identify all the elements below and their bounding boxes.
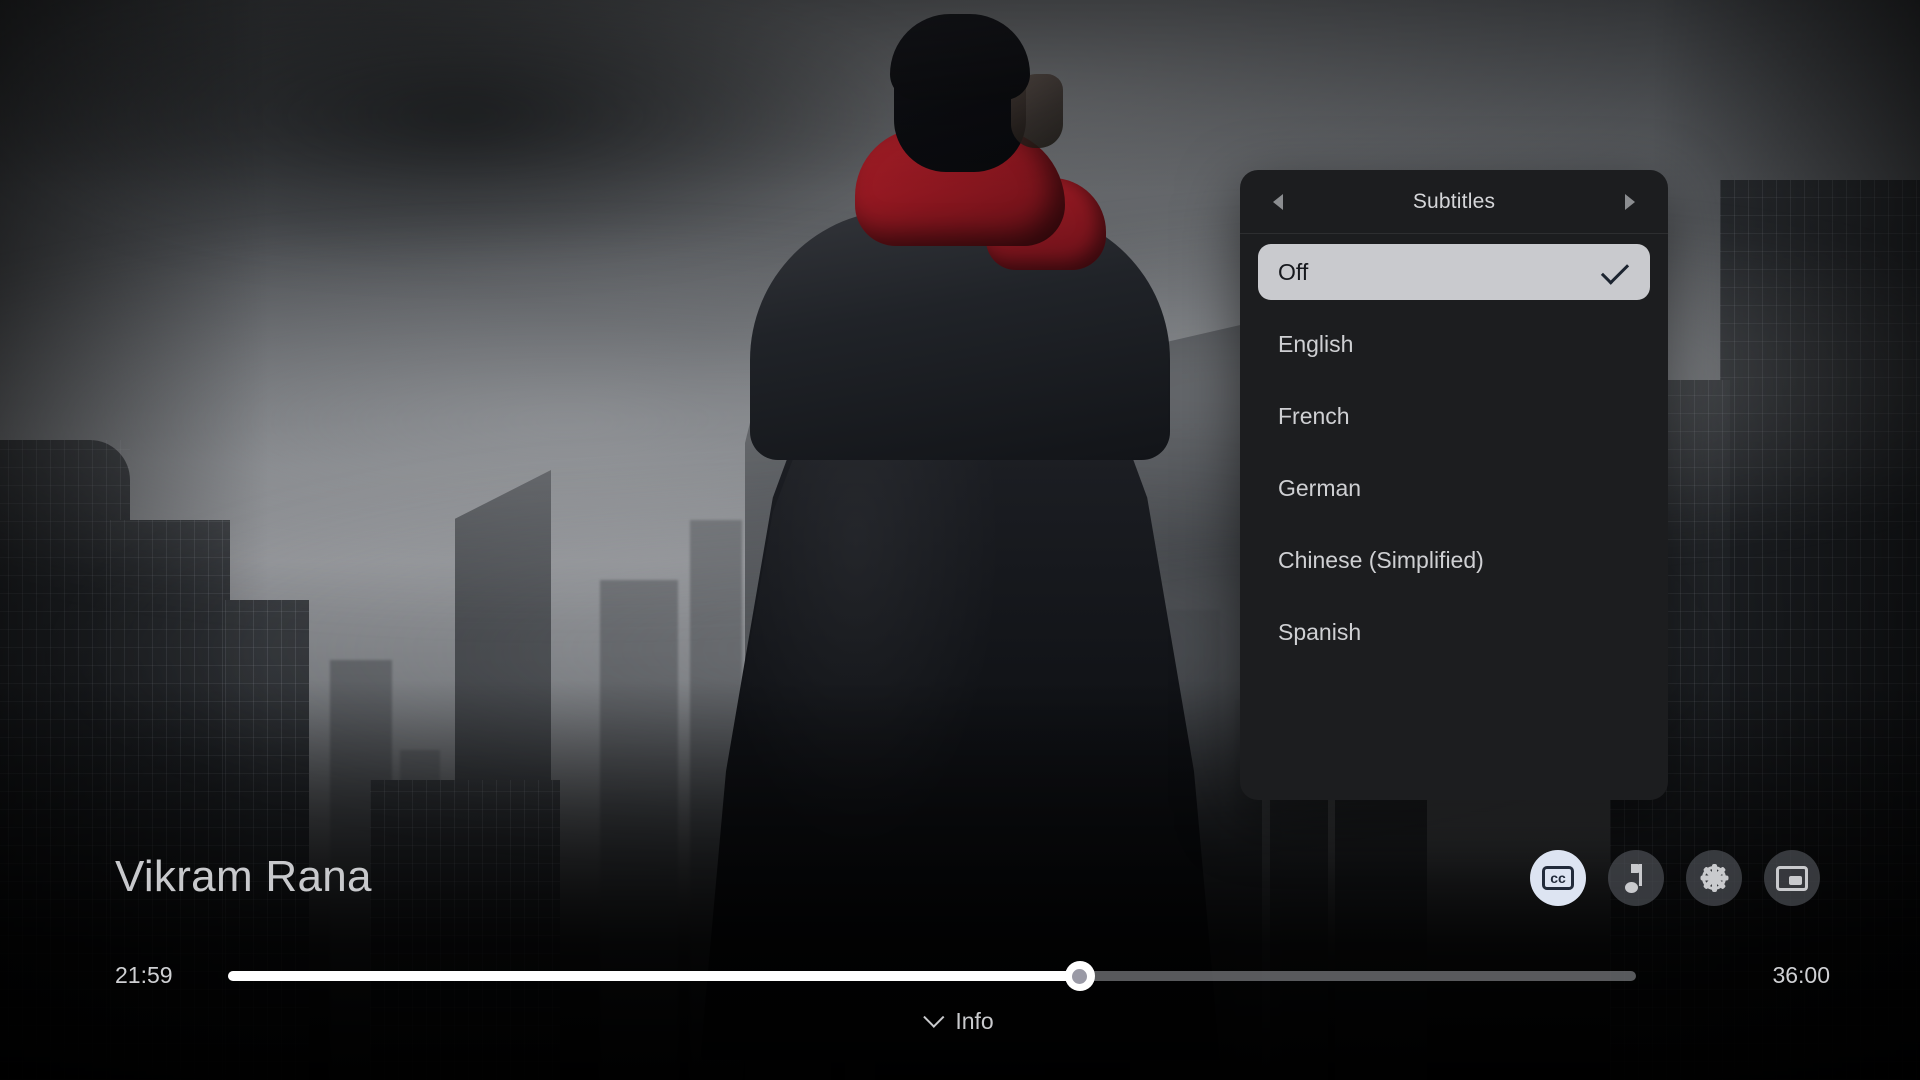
progress-handle-knob	[1072, 968, 1088, 984]
subtitle-option-label: Spanish	[1278, 618, 1362, 645]
subtitle-option-off[interactable]: Off	[1258, 244, 1650, 300]
player-controls: cc	[1530, 850, 1820, 906]
subtitle-option-german[interactable]: German	[1258, 460, 1650, 516]
audio-track-button[interactable]	[1608, 850, 1664, 906]
progress-handle[interactable]	[1064, 961, 1095, 991]
subtitle-option-label: French	[1278, 402, 1350, 429]
picture-in-picture-icon	[1776, 865, 1808, 891]
subtitle-option-label: German	[1278, 474, 1362, 501]
subtitle-options-list: Off English French German Chinese (Simpl…	[1240, 234, 1668, 660]
subtitles-panel: Subtitles Off English French German Chin…	[1240, 170, 1668, 800]
subtitle-option-english[interactable]: English	[1258, 316, 1650, 372]
subtitles-button[interactable]: cc	[1530, 850, 1586, 906]
info-button[interactable]: Info	[923, 1006, 994, 1035]
music-note-icon	[1623, 863, 1649, 893]
subtitles-panel-header: Subtitles	[1240, 170, 1668, 234]
chevron-down-icon	[923, 1006, 945, 1028]
check-icon	[1600, 256, 1630, 285]
current-time-label: 21:59	[115, 962, 173, 988]
cc-icon: cc	[1542, 866, 1574, 890]
progress-scrubber[interactable]	[228, 961, 1636, 991]
picture-in-picture-button[interactable]	[1764, 850, 1820, 906]
subtitle-option-chinese-simplified[interactable]: Chinese (Simplified)	[1258, 532, 1650, 588]
previous-panel-button[interactable]	[1250, 170, 1306, 234]
subtitle-option-label: Chinese (Simplified)	[1278, 546, 1484, 573]
subtitle-option-label: Off	[1278, 258, 1309, 285]
cc-icon-label: cc	[1550, 870, 1566, 886]
subtitle-option-spanish[interactable]: Spanish	[1258, 604, 1650, 660]
subtitle-option-french[interactable]: French	[1258, 388, 1650, 444]
duration-label: 36:00	[1772, 962, 1830, 988]
caret-left-icon	[1273, 194, 1283, 210]
progress-fill	[228, 971, 1080, 981]
info-button-label: Info	[955, 1008, 994, 1034]
playback-progress-row: 21:59 36:00	[0, 961, 1920, 1002]
caret-right-icon	[1625, 194, 1635, 210]
next-panel-button[interactable]	[1602, 170, 1658, 234]
settings-button[interactable]	[1686, 850, 1742, 906]
subtitles-panel-title: Subtitles	[1412, 189, 1496, 213]
gear-icon	[1700, 864, 1728, 892]
video-player-screen: Subtitles Off English French German Chin…	[0, 0, 1920, 1080]
media-title: Vikram Rana	[115, 852, 372, 901]
subtitle-option-label: English	[1278, 330, 1354, 357]
